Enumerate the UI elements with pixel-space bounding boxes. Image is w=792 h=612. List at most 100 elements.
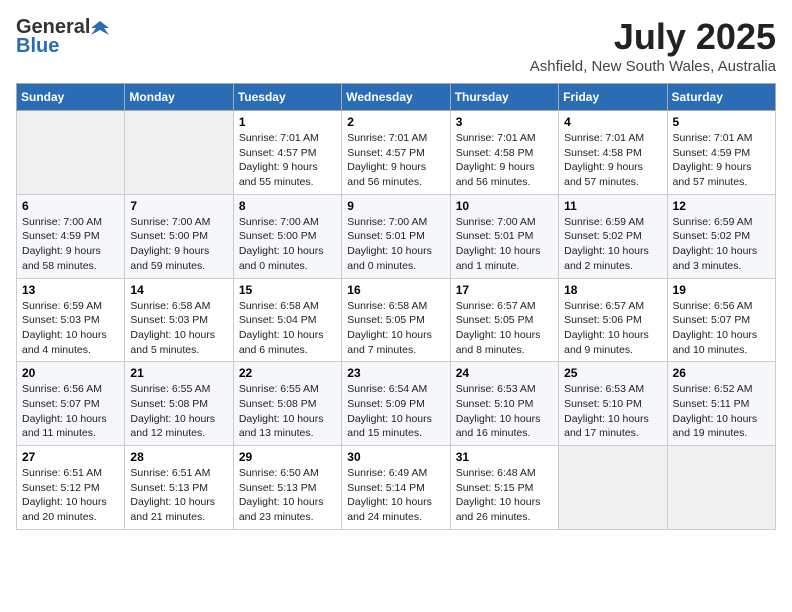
calendar-cell: 30 Sunrise: 6:49 AMSunset: 5:14 PMDayligh…: [342, 446, 450, 530]
month-year-title: July 2025: [530, 16, 776, 58]
day-number: 13: [22, 283, 119, 297]
day-info: Sunrise: 6:51 AMSunset: 5:12 PMDaylight:…: [22, 466, 119, 525]
day-number: 7: [130, 199, 227, 213]
calendar-header-cell: Monday: [125, 84, 233, 111]
day-info: Sunrise: 6:58 AMSunset: 5:05 PMDaylight:…: [347, 299, 444, 358]
calendar-header-cell: Thursday: [450, 84, 558, 111]
day-number: 16: [347, 283, 444, 297]
day-number: 14: [130, 283, 227, 297]
day-info: Sunrise: 7:00 AMSunset: 5:01 PMDaylight:…: [347, 215, 444, 274]
day-info: Sunrise: 6:56 AMSunset: 5:07 PMDaylight:…: [673, 299, 770, 358]
logo: General Blue: [16, 16, 110, 58]
calendar-cell: 1 Sunrise: 7:01 AMSunset: 4:57 PMDaylight…: [233, 111, 341, 195]
day-number: 15: [239, 283, 336, 297]
day-info: Sunrise: 7:00 AMSunset: 5:00 PMDaylight:…: [130, 215, 227, 274]
day-number: 31: [456, 450, 553, 464]
logo-blue-text: Blue: [16, 35, 59, 58]
calendar-week-row: 1 Sunrise: 7:01 AMSunset: 4:57 PMDaylight…: [17, 111, 776, 195]
calendar-cell: 3 Sunrise: 7:01 AMSunset: 4:58 PMDaylight…: [450, 111, 558, 195]
day-info: Sunrise: 6:51 AMSunset: 5:13 PMDaylight:…: [130, 466, 227, 525]
day-number: 1: [239, 115, 336, 129]
calendar-cell: 5 Sunrise: 7:01 AMSunset: 4:59 PMDaylight…: [667, 111, 775, 195]
day-info: Sunrise: 6:55 AMSunset: 5:08 PMDaylight:…: [130, 382, 227, 441]
day-info: Sunrise: 7:01 AMSunset: 4:57 PMDaylight:…: [239, 131, 336, 190]
calendar-header-cell: Wednesday: [342, 84, 450, 111]
day-info: Sunrise: 7:00 AMSunset: 5:00 PMDaylight:…: [239, 215, 336, 274]
day-number: 9: [347, 199, 444, 213]
calendar-cell: 19 Sunrise: 6:56 AMSunset: 5:07 PMDayligh…: [667, 278, 775, 362]
calendar-cell: 8Sunrise: 7:00 AMSunset: 5:00 PMDaylight…: [233, 194, 341, 278]
page-header: General Blue July 2025 Ashfield, New Sou…: [16, 16, 776, 75]
day-info: Sunrise: 7:00 AMSunset: 4:59 PMDaylight:…: [22, 215, 119, 274]
calendar-cell: 14 Sunrise: 6:58 AMSunset: 5:03 PMDayligh…: [125, 278, 233, 362]
day-info: Sunrise: 7:01 AMSunset: 4:57 PMDaylight:…: [347, 131, 444, 190]
calendar-cell: [559, 446, 667, 530]
day-number: 3: [456, 115, 553, 129]
calendar-header-row: SundayMondayTuesdayWednesdayThursdayFrid…: [17, 84, 776, 111]
day-number: 5: [673, 115, 770, 129]
calendar-cell: 10Sunrise: 7:00 AMSunset: 5:01 PMDayligh…: [450, 194, 558, 278]
day-info: Sunrise: 6:55 AMSunset: 5:08 PMDaylight:…: [239, 382, 336, 441]
day-number: 6: [22, 199, 119, 213]
day-number: 20: [22, 366, 119, 380]
day-info: Sunrise: 7:01 AMSunset: 4:59 PMDaylight:…: [673, 131, 770, 190]
day-info: Sunrise: 6:59 AMSunset: 5:02 PMDaylight:…: [673, 215, 770, 274]
day-number: 12: [673, 199, 770, 213]
calendar-cell: 28 Sunrise: 6:51 AMSunset: 5:13 PMDayligh…: [125, 446, 233, 530]
day-info: Sunrise: 6:56 AMSunset: 5:07 PMDaylight:…: [22, 382, 119, 441]
day-number: 23: [347, 366, 444, 380]
day-number: 19: [673, 283, 770, 297]
calendar-cell: 9 Sunrise: 7:00 AMSunset: 5:01 PMDaylight…: [342, 194, 450, 278]
location-subtitle: Ashfield, New South Wales, Australia: [530, 58, 776, 75]
calendar-table: SundayMondayTuesdayWednesdayThursdayFrid…: [16, 83, 776, 530]
calendar-cell: 2Sunrise: 7:01 AMSunset: 4:57 PMDaylight…: [342, 111, 450, 195]
logo-bird-icon: [91, 19, 109, 37]
calendar-cell: [667, 446, 775, 530]
day-number: 29: [239, 450, 336, 464]
day-info: Sunrise: 6:52 AMSunset: 5:11 PMDaylight:…: [673, 382, 770, 441]
day-info: Sunrise: 7:01 AMSunset: 4:58 PMDaylight:…: [456, 131, 553, 190]
day-number: 4: [564, 115, 661, 129]
calendar-header: SundayMondayTuesdayWednesdayThursdayFrid…: [17, 84, 776, 111]
calendar-cell: 26Sunrise: 6:52 AMSunset: 5:11 PMDayligh…: [667, 362, 775, 446]
calendar-week-row: 6 Sunrise: 7:00 AMSunset: 4:59 PMDaylight…: [17, 194, 776, 278]
day-info: Sunrise: 6:53 AMSunset: 5:10 PMDaylight:…: [564, 382, 661, 441]
day-info: Sunrise: 6:57 AMSunset: 5:06 PMDaylight:…: [564, 299, 661, 358]
day-number: 18: [564, 283, 661, 297]
calendar-cell: 17Sunrise: 6:57 AMSunset: 5:05 PMDayligh…: [450, 278, 558, 362]
calendar-cell: 13Sunrise: 6:59 AMSunset: 5:03 PMDayligh…: [17, 278, 125, 362]
calendar-cell: 4 Sunrise: 7:01 AMSunset: 4:58 PMDaylight…: [559, 111, 667, 195]
day-number: 21: [130, 366, 227, 380]
calendar-cell: 12 Sunrise: 6:59 AMSunset: 5:02 PMDayligh…: [667, 194, 775, 278]
calendar-cell: [125, 111, 233, 195]
day-info: Sunrise: 6:48 AMSunset: 5:15 PMDaylight:…: [456, 466, 553, 525]
calendar-cell: 25Sunrise: 6:53 AMSunset: 5:10 PMDayligh…: [559, 362, 667, 446]
day-info: Sunrise: 6:57 AMSunset: 5:05 PMDaylight:…: [456, 299, 553, 358]
calendar-body: 1 Sunrise: 7:01 AMSunset: 4:57 PMDaylight…: [17, 111, 776, 530]
calendar-cell: 18 Sunrise: 6:57 AMSunset: 5:06 PMDayligh…: [559, 278, 667, 362]
calendar-header-cell: Friday: [559, 84, 667, 111]
day-number: 24: [456, 366, 553, 380]
calendar-cell: 29 Sunrise: 6:50 AMSunset: 5:13 PMDayligh…: [233, 446, 341, 530]
day-number: 10: [456, 199, 553, 213]
day-info: Sunrise: 6:50 AMSunset: 5:13 PMDaylight:…: [239, 466, 336, 525]
day-info: Sunrise: 7:01 AMSunset: 4:58 PMDaylight:…: [564, 131, 661, 190]
calendar-cell: 22 Sunrise: 6:55 AMSunset: 5:08 PMDayligh…: [233, 362, 341, 446]
title-block: July 2025 Ashfield, New South Wales, Aus…: [530, 16, 776, 75]
day-number: 28: [130, 450, 227, 464]
day-info: Sunrise: 6:49 AMSunset: 5:14 PMDaylight:…: [347, 466, 444, 525]
calendar-week-row: 20 Sunrise: 6:56 AMSunset: 5:07 PMDayligh…: [17, 362, 776, 446]
calendar-cell: 21 Sunrise: 6:55 AMSunset: 5:08 PMDayligh…: [125, 362, 233, 446]
day-info: Sunrise: 6:58 AMSunset: 5:03 PMDaylight:…: [130, 299, 227, 358]
day-number: 27: [22, 450, 119, 464]
calendar-cell: 6 Sunrise: 7:00 AMSunset: 4:59 PMDaylight…: [17, 194, 125, 278]
day-number: 22: [239, 366, 336, 380]
calendar-cell: 24Sunrise: 6:53 AMSunset: 5:10 PMDayligh…: [450, 362, 558, 446]
calendar-cell: 15 Sunrise: 6:58 AMSunset: 5:04 PMDayligh…: [233, 278, 341, 362]
calendar-cell: 31 Sunrise: 6:48 AMSunset: 5:15 PMDayligh…: [450, 446, 558, 530]
calendar-header-cell: Tuesday: [233, 84, 341, 111]
day-number: 30: [347, 450, 444, 464]
day-info: Sunrise: 6:58 AMSunset: 5:04 PMDaylight:…: [239, 299, 336, 358]
calendar-cell: 11Sunrise: 6:59 AMSunset: 5:02 PMDayligh…: [559, 194, 667, 278]
calendar-cell: 7 Sunrise: 7:00 AMSunset: 5:00 PMDaylight…: [125, 194, 233, 278]
